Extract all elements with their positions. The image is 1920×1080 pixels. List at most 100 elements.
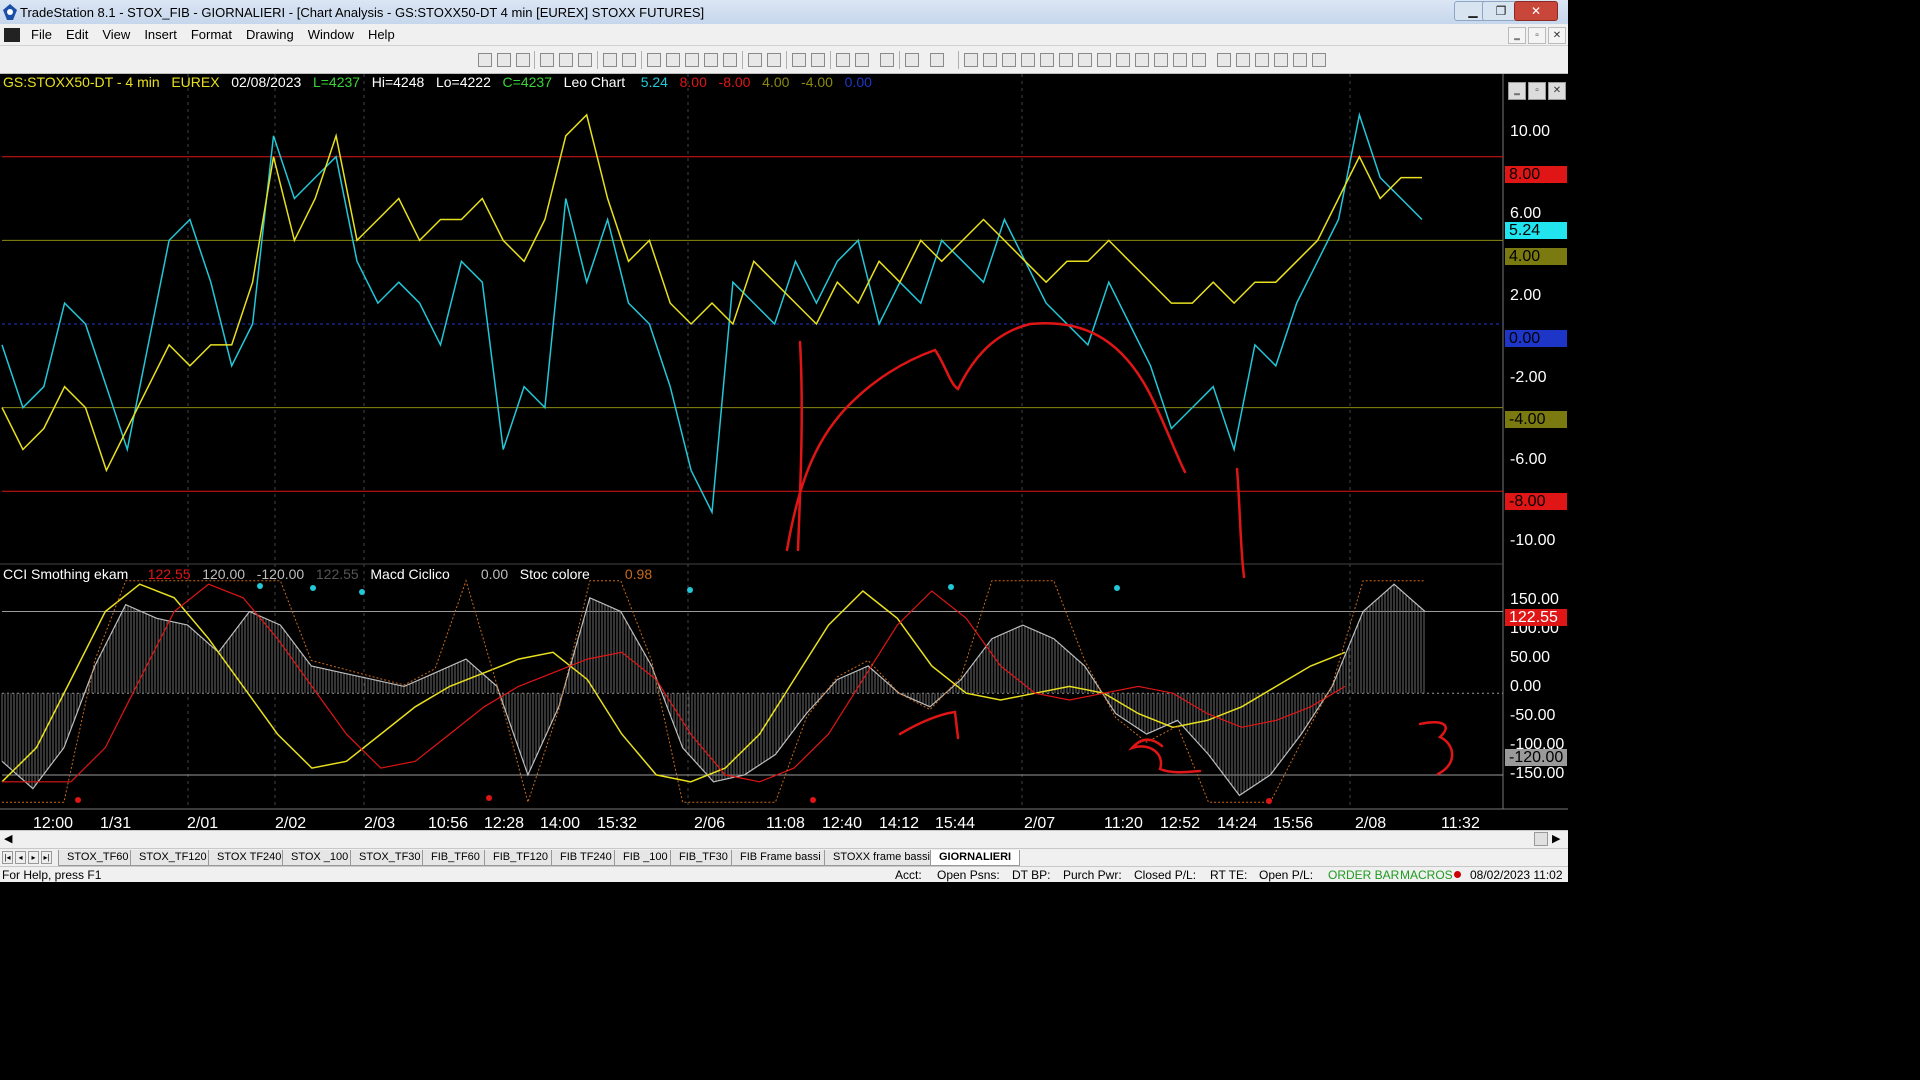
toolbar-tool-icon[interactable] [1021,53,1035,67]
macros-button[interactable]: MACROS [1400,868,1453,882]
toolbar-tool-icon[interactable] [559,53,573,67]
scroll-right-icon[interactable]: ▶ [1552,832,1560,845]
horizontal-scrollbar[interactable]: ◀ ▶ [0,830,1568,848]
toolbar-tool-icon[interactable] [647,53,661,67]
toolbar-tool-icon[interactable] [905,53,919,67]
toolbar-tool-icon[interactable] [1059,53,1073,67]
toolbar-tool-icon[interactable] [855,53,869,67]
toolbar-tool-icon[interactable] [685,53,699,67]
toolbar-tool-icon[interactable] [603,53,617,67]
pane-controls: ‗ ▫ ✕ [1506,80,1566,100]
toolbar-tool-icon[interactable] [1217,53,1231,67]
toolbar-tool-icon[interactable] [497,53,511,67]
tab-stox-tf240[interactable]: STOX TF240 [208,850,291,866]
toolbar-tool-icon[interactable] [516,53,530,67]
menu-insert[interactable]: Insert [137,27,184,42]
menu-file[interactable]: File [24,27,59,42]
pane-restore-button[interactable]: ▫ [1528,82,1546,100]
y-tick: 2.00 [1510,287,1542,304]
toolbar-tool-icon[interactable] [1236,53,1250,67]
close-button[interactable]: ✕ [1514,1,1558,21]
toolbar-tool-icon[interactable] [478,53,492,67]
pane-minimize-button[interactable]: ‗ [1508,82,1526,100]
toolbar-tool-icon[interactable] [1040,53,1054,67]
cci-upper: 120.00 [202,566,246,582]
study-value-lower: -8.00 [718,74,751,90]
toolbar-tool-icon[interactable] [1255,53,1269,67]
level-box-lower: -8.00 [1505,493,1567,510]
toolbar-tool-icon[interactable] [767,53,781,67]
menu-help[interactable]: Help [361,27,402,42]
toolbar-tool-icon[interactable] [723,53,737,67]
tab-stox-tf30[interactable]: STOX_TF30 [350,850,430,866]
purch-pwr-label: Purch Pwr: [1063,868,1122,882]
scroll-thumb[interactable] [1534,832,1548,846]
mdi-minimize-button[interactable]: ‗ [1508,27,1526,44]
date-label: 02/08/2023 [231,74,302,90]
toolbar-tool-icon[interactable] [836,53,850,67]
toolbar-separator [958,51,959,69]
chart-analysis-window[interactable]: GS:STOXX50-DT - 4 min EUREX 02/08/2023 L… [0,74,1568,832]
toolbar-tool-icon[interactable] [964,53,978,67]
tab-first-icon[interactable]: |◂ [2,851,13,864]
mdi-close-button[interactable]: ✕ [1548,27,1566,44]
cyan-oscillator-line [1,111,1423,515]
scroll-left-icon[interactable]: ◀ [4,832,12,845]
signal-dot-marker [687,587,693,593]
level-box-mid-up: 4.00 [1505,248,1567,265]
toolbar-tool-icon[interactable] [622,53,636,67]
toolbar-tool-icon[interactable] [540,53,554,67]
menu-format[interactable]: Format [184,27,239,42]
menu-edit[interactable]: Edit [59,27,95,42]
toolbar-tool-icon[interactable] [983,53,997,67]
tab-fib-tf60[interactable]: FIB_TF60 [422,850,489,866]
toolbar-tool-icon[interactable] [1312,53,1326,67]
tab-fib-frame-bassi[interactable]: FIB Frame bassi [731,850,830,866]
toolbar-tool-icon[interactable] [1154,53,1168,67]
toolbar-tool-icon[interactable] [578,53,592,67]
toolbar-tool-icon[interactable] [1274,53,1288,67]
toolbar-tool-icon[interactable] [811,53,825,67]
study-value-mid-up: 4.00 [762,74,790,90]
symbol-label: GS:STOXX50-DT - 4 min [3,74,160,90]
toolbar-tool-icon[interactable] [666,53,680,67]
tab-last-icon[interactable]: ▸| [41,851,52,864]
tab-fib-tf120[interactable]: FIB_TF120 [484,850,558,866]
cci-name: CCI Smothing ekam [3,566,129,582]
toolbar-tool-icon[interactable] [930,53,944,67]
toolbar-tool-icon[interactable] [1116,53,1130,67]
toolbar-tool-icon[interactable] [1135,53,1149,67]
tab-fib-tf30[interactable]: FIB_TF30 [670,850,737,866]
tab-stox-tf60[interactable]: STOX_TF60 [58,850,138,866]
tab-fib-100[interactable]: FIB _100 [614,850,677,866]
toolbar-tool-icon[interactable] [880,53,894,67]
chart-canvas[interactable] [0,74,1568,830]
tab-stox-tf120[interactable]: STOX_TF120 [130,850,216,866]
yellow-oscillator-line [1,113,1422,473]
toolbar-tool-icon[interactable] [748,53,762,67]
menu-window[interactable]: Window [301,27,361,42]
tab-stox-100[interactable]: STOX _100 [282,850,358,866]
tab-next-icon[interactable]: ▸ [28,851,39,864]
tab-prev-icon[interactable]: ◂ [15,851,26,864]
toolbar-tool-icon[interactable] [1097,53,1111,67]
pane-close-button[interactable]: ✕ [1548,82,1566,100]
toolbar-tool-icon[interactable] [792,53,806,67]
tab-fib-tf240[interactable]: FIB TF240 [551,850,621,866]
toolbar-tool-icon[interactable] [1078,53,1092,67]
toolbar-tool-icon[interactable] [1002,53,1016,67]
tab-giornalieri[interactable]: GIORNALIERI [930,850,1021,866]
toolbar-tool-icon[interactable] [1293,53,1307,67]
menu-drawing[interactable]: Drawing [239,27,301,42]
y-tick: 0.00 [1510,678,1542,695]
status-datetime: 08/02/2023 11:02 [1470,868,1563,882]
order-bar-button[interactable]: ORDER BAR [1328,868,1399,882]
mdi-restore-button[interactable]: ▫ [1528,27,1546,44]
menu-view[interactable]: View [95,27,137,42]
toolbar-tool-icon[interactable] [704,53,718,67]
toolbar-tool-icon[interactable] [1192,53,1206,67]
tab-stoxx-frame-bassi[interactable]: STOXX frame bassi [824,850,939,866]
signal-dot-marker [486,795,492,801]
toolbar-tool-icon[interactable] [1173,53,1187,67]
chart-window-icon[interactable] [4,27,20,42]
